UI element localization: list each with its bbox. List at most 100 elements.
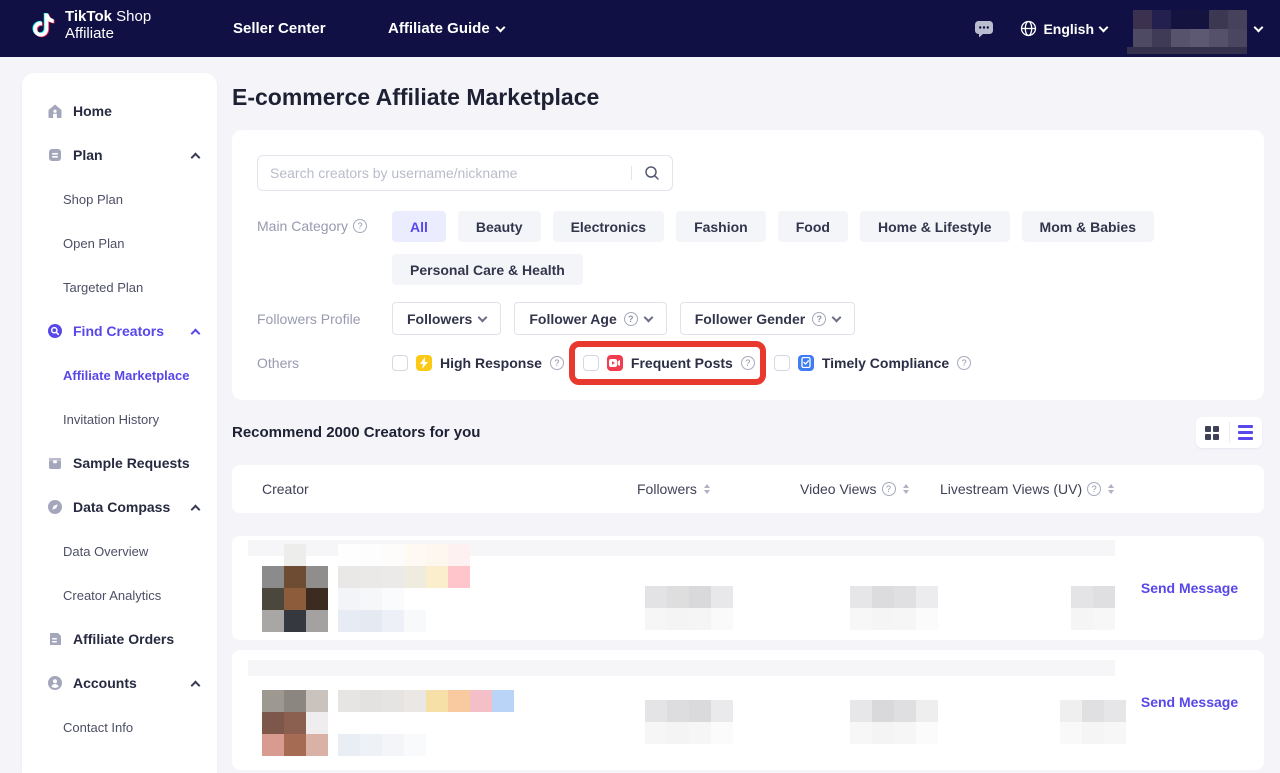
redacted-followers-value xyxy=(645,700,733,744)
nav-affiliate-guide[interactable]: Affiliate Guide xyxy=(388,0,504,57)
category-chip-all[interactable]: All xyxy=(392,211,446,242)
help-icon[interactable] xyxy=(957,356,971,370)
help-icon[interactable] xyxy=(550,356,564,370)
column-video-views[interactable]: Video Views xyxy=(800,465,909,513)
list-view-icon[interactable] xyxy=(1230,417,1263,448)
redacted-avatar-fringe xyxy=(284,544,306,566)
column-creator: Creator xyxy=(262,465,309,513)
sidebar-item-plan[interactable]: Plan xyxy=(22,133,217,177)
avatar xyxy=(262,690,328,756)
tiktok-note-icon xyxy=(30,11,56,41)
frequent-posts-checkbox[interactable] xyxy=(583,355,599,371)
sidebar-item-targeted-plan[interactable]: Targeted Plan xyxy=(22,265,217,309)
chevron-down-icon xyxy=(1099,22,1109,32)
send-message-button[interactable]: Send Message xyxy=(1115,536,1264,640)
lightning-icon xyxy=(416,355,432,371)
top-navbar: TikTok Shop Affiliate Seller Center Affi… xyxy=(0,0,1280,57)
chevron-up-icon xyxy=(191,680,201,690)
category-chip-mom-babies[interactable]: Mom & Babies xyxy=(1022,211,1154,242)
chevron-up-icon xyxy=(191,328,201,338)
sort-icon[interactable] xyxy=(903,484,909,494)
follower-gender-dropdown[interactable]: Follower Gender xyxy=(680,302,855,335)
redacted-strip xyxy=(248,660,1115,676)
package-icon xyxy=(46,455,63,472)
sidebar-item-shop-plan[interactable]: Shop Plan xyxy=(22,177,217,221)
sidebar-item-open-plan[interactable]: Open Plan xyxy=(22,221,217,265)
help-icon[interactable] xyxy=(741,356,755,370)
nav-seller-center[interactable]: Seller Center xyxy=(233,0,326,57)
sidebar-item-sample-requests[interactable]: Sample Requests xyxy=(22,441,217,485)
others-label: Others xyxy=(257,355,299,371)
followers-dropdown[interactable]: Followers xyxy=(392,302,501,335)
creator-row: Send Message xyxy=(232,536,1264,640)
video-icon xyxy=(607,355,623,371)
search-icon[interactable] xyxy=(632,165,672,181)
timely-compliance-checkbox[interactable] xyxy=(774,355,790,371)
category-chip-home-lifestyle[interactable]: Home & Lifestyle xyxy=(860,211,1010,242)
table-header: Creator Followers Video Views Livestream… xyxy=(232,465,1264,513)
column-livestream-views[interactable]: Livestream Views (UV) xyxy=(940,465,1114,513)
sort-icon[interactable] xyxy=(1108,484,1114,494)
redacted-video-views-value xyxy=(850,586,938,630)
sidebar-item-data-overview[interactable]: Data Overview xyxy=(22,529,217,573)
category-chip-food[interactable]: Food xyxy=(778,211,848,242)
sidebar-item-find-creators[interactable]: Find Creators xyxy=(22,309,217,353)
column-followers[interactable]: Followers xyxy=(637,465,710,513)
chat-icon[interactable] xyxy=(974,20,994,38)
followers-profile-filters: Followers Follower Age Follower Gender xyxy=(392,302,855,335)
high-response-checkbox[interactable] xyxy=(392,355,408,371)
redacted-name-fringe xyxy=(338,544,470,566)
sort-icon[interactable] xyxy=(704,484,710,494)
category-chip-beauty[interactable]: Beauty xyxy=(458,211,541,242)
sidebar-item-creator-analytics[interactable]: Creator Analytics xyxy=(22,573,217,617)
follower-age-dropdown[interactable]: Follower Age xyxy=(514,302,666,335)
category-chip-fashion[interactable]: Fashion xyxy=(676,211,766,242)
help-icon[interactable] xyxy=(353,219,367,233)
sidebar-item-contact-info[interactable]: Contact Info xyxy=(22,705,217,749)
chevron-down-icon xyxy=(643,312,653,322)
find-creators-search-icon xyxy=(46,323,63,340)
main-category-label: Main Category xyxy=(257,218,367,234)
filter-panel: Main Category All Beauty Electronics Fas… xyxy=(232,130,1264,400)
category-chips: All Beauty Electronics Fashion Food Home… xyxy=(392,211,1242,285)
home-icon xyxy=(46,103,63,120)
sidebar: Home Plan Shop Plan Open Plan Targeted P… xyxy=(22,73,217,773)
sidebar-item-data-compass[interactable]: Data Compass xyxy=(22,485,217,529)
help-icon[interactable] xyxy=(882,482,896,496)
sidebar-item-invitation-history[interactable]: Invitation History xyxy=(22,397,217,441)
others-filters: High Response Frequent Posts Timely Comp… xyxy=(392,346,971,379)
globe-icon xyxy=(1020,20,1037,37)
account-menu[interactable] xyxy=(1133,10,1262,48)
category-chip-personal-care-health[interactable]: Personal Care & Health xyxy=(392,254,583,285)
send-message-button[interactable]: Send Message xyxy=(1115,650,1264,754)
plan-icon xyxy=(46,147,63,164)
recommend-heading: Recommend 2000 Creators for you xyxy=(232,424,480,441)
grid-view-icon[interactable] xyxy=(1196,417,1229,448)
redacted-creator-name xyxy=(338,566,470,588)
language-label: English xyxy=(1043,21,1094,37)
redacted-username-shadow xyxy=(1127,47,1247,54)
chevron-down-icon xyxy=(832,312,842,322)
redacted-username xyxy=(1133,10,1247,48)
chevron-down-icon xyxy=(478,312,488,322)
redacted-livestream-views-value xyxy=(1071,586,1115,630)
redacted-video-views-value xyxy=(850,700,938,744)
followers-profile-label: Followers Profile xyxy=(257,311,360,327)
sidebar-item-affiliate-orders[interactable]: Affiliate Orders xyxy=(22,617,217,661)
person-icon xyxy=(46,675,63,692)
category-chip-electronics[interactable]: Electronics xyxy=(553,211,664,242)
chevron-up-icon xyxy=(191,152,201,162)
timely-compliance-option: Timely Compliance xyxy=(774,355,971,371)
help-icon xyxy=(812,312,826,326)
language-selector[interactable]: English xyxy=(1020,20,1107,37)
sidebar-item-accounts[interactable]: Accounts xyxy=(22,661,217,705)
frequent-posts-option: Frequent Posts xyxy=(583,355,755,371)
help-icon[interactable] xyxy=(1087,482,1101,496)
sidebar-item-affiliate-marketplace[interactable]: Affiliate Marketplace xyxy=(22,353,217,397)
tiktok-shop-affiliate-logo[interactable]: TikTok Shop Affiliate xyxy=(30,9,151,42)
compass-icon xyxy=(46,499,63,516)
sidebar-item-home[interactable]: Home xyxy=(22,89,217,133)
orders-document-icon xyxy=(46,631,63,648)
search-input[interactable] xyxy=(258,165,631,181)
redacted-followers-value xyxy=(645,586,733,630)
